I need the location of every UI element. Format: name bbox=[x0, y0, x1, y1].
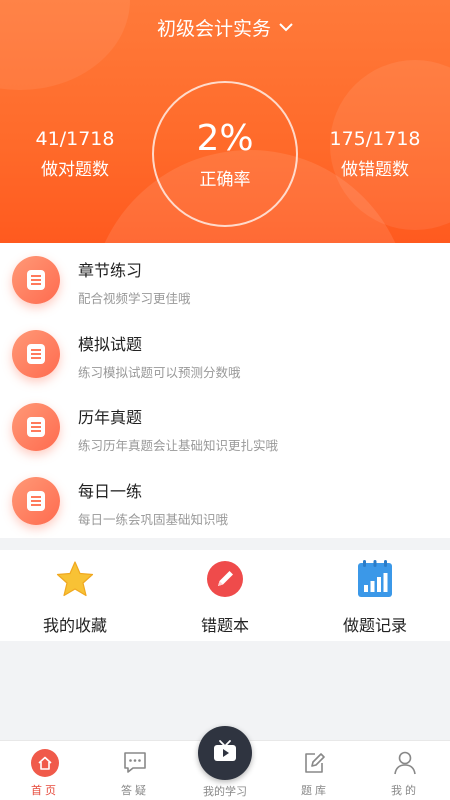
correct-label: 做对题数 bbox=[41, 160, 109, 180]
correct-stat: 41/1718 做对题数 bbox=[5, 127, 145, 180]
tv-play-icon bbox=[212, 739, 238, 767]
chat-icon bbox=[122, 749, 148, 777]
practice-record-label: 做题记录 bbox=[342, 616, 407, 635]
subject-selector[interactable]: 初级会计实务 bbox=[0, 14, 450, 41]
list-item-past-exams[interactable]: 历年真题 练习历年真题会让基础知识更扎实哦 bbox=[0, 390, 450, 464]
wrong-book-button[interactable]: 错题本 bbox=[150, 550, 300, 641]
nav-me[interactable]: 我的 bbox=[360, 741, 450, 800]
wrong-label: 做错题数 bbox=[341, 160, 409, 180]
document-icon bbox=[12, 329, 60, 378]
list-item-mock-exam[interactable]: 模拟试题 练习模拟试题可以预测分数哦 bbox=[0, 317, 450, 391]
pencil-icon bbox=[206, 558, 244, 600]
list-item-subtitle: 练习历年真题会让基础知识更扎实哦 bbox=[78, 438, 279, 453]
favorites-label: 我的收藏 bbox=[42, 616, 107, 635]
nav-home[interactable]: 首页 bbox=[0, 741, 90, 800]
document-icon bbox=[12, 476, 60, 525]
wrong-count: 175/1718 bbox=[329, 128, 421, 150]
document-icon bbox=[12, 403, 60, 451]
nav-qa-label: 答疑 bbox=[121, 784, 149, 797]
home-icon bbox=[31, 749, 59, 777]
person-icon bbox=[393, 749, 417, 777]
favorites-button[interactable]: 我的收藏 bbox=[0, 550, 150, 641]
list-item-subtitle: 每日一练会巩固基础知识哦 bbox=[78, 511, 229, 527]
nav-question-bank-label: 题库 bbox=[301, 784, 329, 797]
list-item-title: 章节练习 bbox=[78, 261, 143, 280]
nav-my-study-label: 我的学习 bbox=[203, 785, 247, 798]
edit-icon bbox=[303, 749, 327, 777]
nav-home-label: 首页 bbox=[31, 784, 59, 797]
accuracy-label: 正确率 bbox=[199, 169, 251, 190]
list-item-daily-practice[interactable]: 每日一练 每日一练会巩固基础知识哦 bbox=[0, 464, 450, 538]
list-item-title: 模拟试题 bbox=[78, 334, 143, 354]
list-item-subtitle: 练习模拟试题可以预测分数哦 bbox=[78, 364, 241, 380]
wrong-book-label: 错题本 bbox=[200, 616, 249, 635]
nav-me-label: 我的 bbox=[391, 784, 419, 797]
list-item-title: 每日一练 bbox=[78, 481, 143, 501]
list-item-chapter-practice[interactable]: 章节练习 配合视频学习更佳哦 bbox=[0, 243, 450, 317]
subject-title: 初级会计实务 bbox=[156, 18, 271, 40]
accuracy-rate: 2% bbox=[196, 117, 254, 159]
stats-header: 初级会计实务 41/1718 做对题数 2% 正确率 175/1718 做错题数 bbox=[0, 0, 450, 243]
practice-record-button[interactable]: 做题记录 bbox=[300, 550, 450, 641]
star-icon bbox=[55, 558, 95, 600]
chevron-down-icon bbox=[279, 23, 293, 32]
list-item-subtitle: 配合视频学习更佳哦 bbox=[78, 291, 191, 306]
nav-my-study-button[interactable] bbox=[198, 726, 252, 780]
practice-list: 章节练习 配合视频学习更佳哦 模拟试题 练习模拟试题可以预测分数哦 历年真题 练… bbox=[0, 243, 450, 538]
wrong-stat: 175/1718 做错题数 bbox=[305, 127, 445, 180]
document-icon bbox=[12, 256, 60, 304]
bar-chart-icon bbox=[356, 558, 394, 600]
nav-question-bank[interactable]: 题库 bbox=[270, 741, 360, 800]
tools-row: 我的收藏 错题本 做题记录 bbox=[0, 550, 450, 641]
accuracy-ring: 2% 正确率 bbox=[152, 81, 298, 227]
nav-qa[interactable]: 答疑 bbox=[90, 741, 180, 800]
list-item-title: 历年真题 bbox=[78, 408, 143, 427]
correct-count: 41/1718 bbox=[35, 128, 115, 150]
